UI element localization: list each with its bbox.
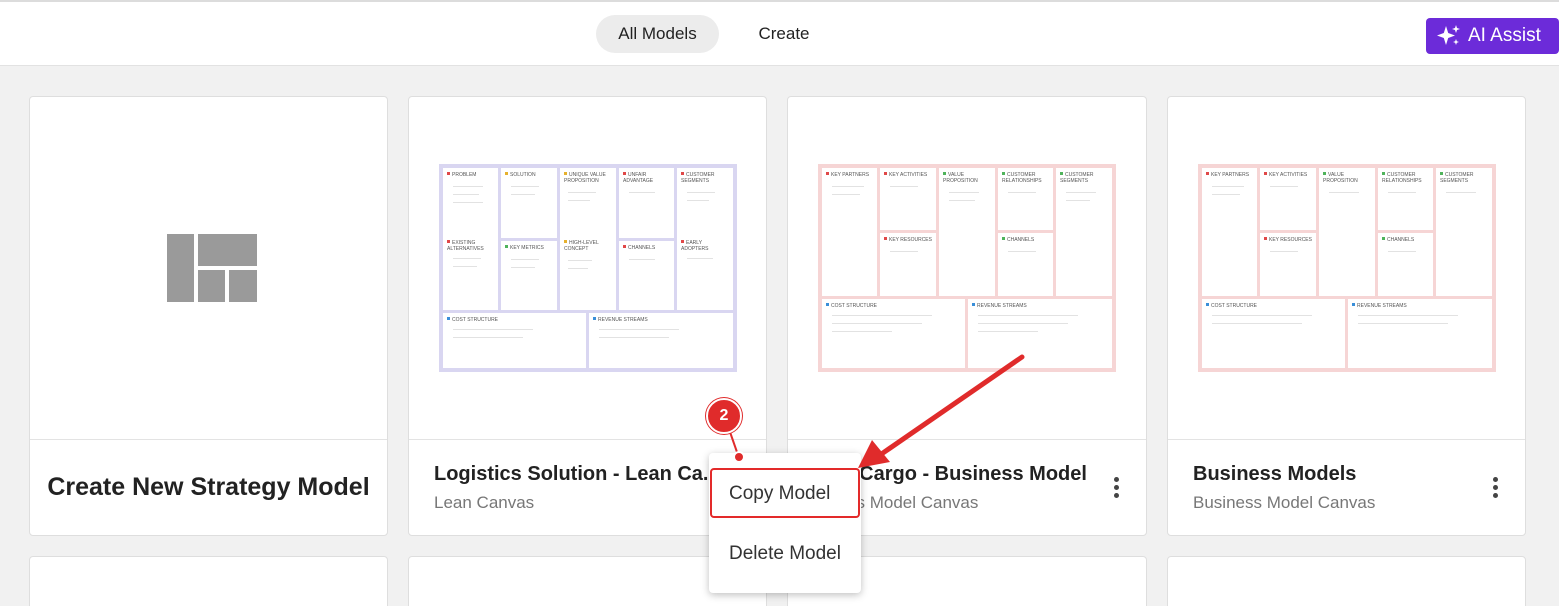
annotation-dot <box>733 451 745 463</box>
annotation-overlay <box>729 354 1025 468</box>
step-number-badge: 2 <box>706 398 742 434</box>
